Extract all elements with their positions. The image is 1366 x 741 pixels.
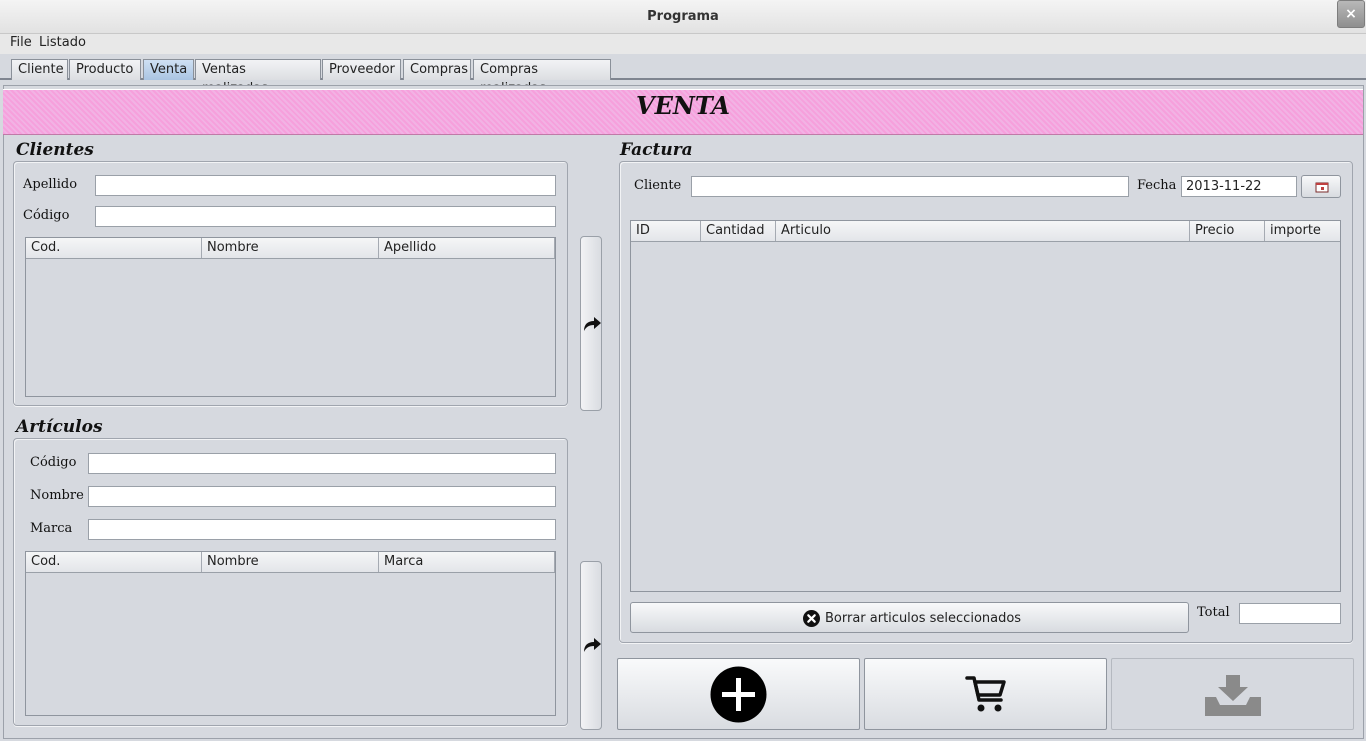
factura-fecha-input[interactable]: 2013-11-22 [1181, 176, 1297, 197]
menu-listado[interactable]: Listado [39, 34, 86, 54]
add-cliente-to-factura-button[interactable] [580, 236, 602, 411]
save-button[interactable] [1111, 658, 1354, 730]
clientes-apellido-label: Apellido [23, 177, 78, 192]
tab-venta[interactable]: Venta [143, 59, 194, 80]
tab-compras[interactable]: Compras [403, 59, 471, 80]
tab-compras-realizadas[interactable]: Compras realizadas [473, 59, 611, 96]
articulos-marca-label: Marca [30, 521, 73, 536]
factura-title: Factura [620, 140, 693, 160]
factura-col-importe[interactable]: importe [1265, 221, 1340, 241]
articulos-codigo-input[interactable] [88, 453, 556, 474]
tab-producto[interactable]: Producto [69, 59, 141, 80]
window-titlebar: Programa × [0, 0, 1366, 34]
close-button[interactable]: × [1337, 0, 1365, 28]
menu-file[interactable]: File [10, 34, 32, 54]
banner-title: VENTA [635, 91, 731, 120]
factura-cliente-label: Cliente [634, 178, 682, 193]
articulos-table[interactable]: Cod. Nombre Marca [25, 551, 556, 716]
clientes-col-apellido[interactable]: Apellido [379, 238, 555, 258]
tab-ventas-realizadas[interactable]: Ventas realizadas [195, 59, 321, 96]
clientes-table-header: Cod. Nombre Apellido [26, 238, 555, 259]
calendar-icon [1315, 182, 1329, 193]
articulos-marca-input[interactable] [88, 519, 556, 540]
share-arrow-icon [584, 638, 601, 652]
clientes-col-nombre[interactable]: Nombre [202, 238, 379, 258]
clientes-table[interactable]: Cod. Nombre Apellido [25, 237, 556, 397]
factura-table-header: ID Cantidad Articulo Precio importe [631, 221, 1340, 242]
articulos-col-marca[interactable]: Marca [379, 552, 555, 572]
articulos-col-cod[interactable]: Cod. [26, 552, 202, 572]
share-arrow-icon [584, 317, 601, 331]
articulos-title: Artículos [16, 417, 103, 437]
add-articulo-to-factura-button[interactable] [580, 561, 602, 730]
cart-icon [965, 676, 1006, 712]
factura-table[interactable]: ID Cantidad Articulo Precio importe [630, 220, 1341, 592]
articulos-col-nombre[interactable]: Nombre [202, 552, 379, 572]
menubar: File Listado [0, 34, 1366, 54]
clientes-title: Clientes [16, 140, 94, 160]
articulos-table-header: Cod. Nombre Marca [26, 552, 555, 573]
total-input[interactable] [1239, 603, 1341, 624]
add-button[interactable] [617, 658, 860, 730]
factura-col-id[interactable]: ID [631, 221, 701, 241]
delete-selected-button[interactable]: Borrar articulos seleccionados [630, 602, 1189, 633]
window-title: Programa [647, 9, 719, 24]
factura-col-cantidad[interactable]: Cantidad [701, 221, 776, 241]
factura-col-precio[interactable]: Precio [1190, 221, 1265, 241]
clientes-codigo-input[interactable] [95, 206, 556, 227]
cart-button[interactable] [864, 658, 1107, 730]
factura-col-articulo[interactable]: Articulo [776, 221, 1190, 241]
tab-proveedor[interactable]: Proveedor [322, 59, 401, 80]
clientes-apellido-input[interactable] [95, 175, 556, 196]
articulos-codigo-label: Código [30, 455, 77, 470]
venta-banner: VENTA [3, 89, 1363, 135]
plus-circle-icon [710, 666, 767, 723]
articulos-nombre-label: Nombre [30, 488, 84, 503]
factura-cliente-input[interactable] [691, 176, 1129, 197]
circle-x-icon [803, 610, 820, 627]
clientes-col-cod[interactable]: Cod. [26, 238, 202, 258]
calendar-button[interactable] [1301, 175, 1341, 198]
download-tray-icon [1205, 675, 1261, 716]
factura-fecha-label: Fecha [1137, 178, 1177, 193]
total-label: Total [1197, 605, 1230, 620]
tab-cliente[interactable]: Cliente [11, 59, 68, 80]
tab-bar: Cliente Producto Venta Ventas realizadas… [0, 56, 1366, 96]
delete-selected-label: Borrar articulos seleccionados [825, 611, 1022, 626]
articulos-nombre-input[interactable] [88, 486, 556, 507]
clientes-codigo-label: Código [23, 208, 70, 223]
